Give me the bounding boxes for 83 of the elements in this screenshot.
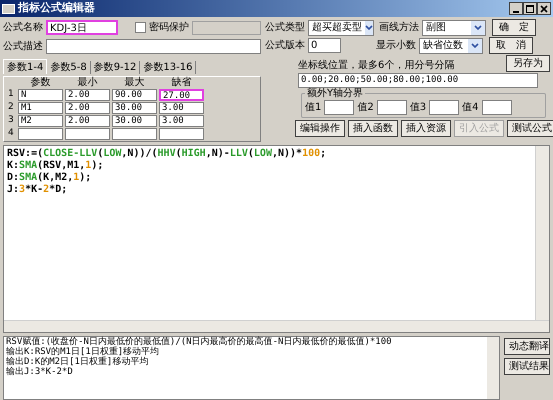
button[interactable]: 测试结果	[504, 358, 550, 375]
code-editor[interactable]: RSV:=(CLOSE-LLV(LOW,N))/(HHV(HIGH,N)-LLV(LOW,N))*100; K:SMA(RSV,M1,1); D:SMA(K,M2,1); J:3*K-2*D;	[3, 145, 550, 333]
description-field[interactable]	[46, 39, 261, 54]
axis-field[interactable]: 0.00;20.00;50.00;80.00;100.00	[298, 73, 538, 88]
field-label: 显示小数	[376, 38, 416, 53]
close-button[interactable]	[537, 2, 551, 15]
maximize-button[interactable]	[523, 2, 537, 15]
password-field[interactable]	[192, 20, 261, 34]
input-field[interactable]: N	[18, 89, 63, 101]
method-dropdown[interactable]: 副图	[422, 20, 486, 36]
code-line: J:3*K-2*D;	[7, 184, 68, 196]
field-label: 值2	[357, 101, 374, 115]
input-field[interactable]	[159, 128, 204, 140]
input-field[interactable]: 30.00	[112, 115, 157, 127]
name-field[interactable]: KDJ-3日	[46, 20, 118, 35]
input-field[interactable]	[324, 100, 354, 115]
input-field[interactable]	[429, 100, 460, 115]
input-field[interactable]: 27.00	[159, 89, 204, 101]
code-line: RSV:=(CLOSE-LLV(LOW,N))/(HHV(HIGH,N)-LLV(LOW,N))*100;	[7, 148, 326, 160]
output-line: 输出K:RSV的M1日[1日权重]移动平均	[6, 347, 160, 357]
window-title: 指标公式编辑器	[18, 0, 96, 16]
field-label: 值3	[410, 101, 426, 115]
button[interactable]: 插入资源	[401, 120, 451, 137]
output-line: RSV赋值:(收盘价-N日内最低价的最低值)/(N日内最高价的最高值-N日内最低价的最低值)*100	[6, 337, 393, 347]
input-field[interactable]: 2.00	[65, 115, 110, 127]
field-label: 公式描述	[3, 40, 43, 54]
field-label: 值1	[305, 101, 322, 115]
group-title: 额外Y轴分界	[305, 89, 366, 99]
decimals-dropdown[interactable]: 缺省位数	[419, 38, 483, 54]
tab[interactable]: 参数9-12	[90, 61, 140, 74]
tab[interactable]: 参数13-16	[140, 61, 196, 74]
button[interactable]: 动态翻译	[504, 338, 550, 355]
button[interactable]: 插入函数	[348, 120, 398, 137]
button[interactable]: 确 定	[492, 19, 536, 36]
button[interactable]: 取 消	[489, 37, 533, 54]
field-label: 值4	[462, 101, 478, 115]
button[interactable]: 另存为	[506, 55, 550, 72]
column-header: 缺省	[170, 78, 192, 88]
column-header: 参数	[30, 78, 52, 88]
input-field[interactable]	[482, 100, 512, 115]
input-field[interactable]: M1	[18, 102, 63, 114]
field-label: 公式名称	[3, 20, 43, 35]
row-number: 4	[8, 127, 15, 140]
input-field[interactable]: 90.00	[112, 89, 157, 101]
field-label: 坐标线位置，最多6个，用分号分隔	[298, 58, 456, 73]
output-line: 输出J:3*K-2*D	[6, 367, 74, 377]
input-field[interactable]	[18, 128, 63, 140]
row-number: 3	[8, 114, 15, 128]
horizontal-scrollbar[interactable]	[4, 320, 549, 332]
minimize-icon	[513, 10, 519, 12]
input-field[interactable]	[65, 128, 110, 140]
tab[interactable]: 参数1-4	[3, 59, 48, 74]
maximize-icon	[526, 4, 534, 12]
vertical-scrollbar[interactable]	[487, 337, 499, 399]
close-icon	[540, 4, 548, 12]
input-field[interactable]: 30.00	[112, 102, 157, 114]
checkbox[interactable]	[135, 22, 146, 33]
column-header: 最小	[76, 78, 98, 88]
row-number: 2	[8, 101, 15, 114]
field-label: 公式类型	[265, 20, 305, 35]
code-line: K:SMA(RSV,M1,1);	[7, 160, 104, 172]
input-field[interactable]: 3.00	[159, 115, 204, 127]
code-line: D:SMA(K,M2,1);	[7, 172, 92, 184]
button[interactable]: 编辑操作	[295, 120, 345, 137]
input-field[interactable]: 3.00	[159, 102, 204, 114]
column-header: 最大	[124, 78, 146, 88]
input-field[interactable]: M2	[18, 115, 63, 127]
checkbox-label: 密码保护	[149, 20, 189, 35]
input-field[interactable]	[376, 100, 407, 115]
tab[interactable]: 参数5-8	[47, 61, 91, 74]
vertical-scrollbar[interactable]	[535, 146, 549, 320]
version-field[interactable]: 0	[308, 38, 341, 53]
button[interactable]: 测试公式	[507, 120, 553, 137]
window-icon	[2, 4, 15, 14]
input-field[interactable]: 2.00	[65, 89, 110, 101]
row-number: 1	[8, 88, 15, 102]
field-label: 画线方法	[379, 20, 419, 35]
output-line: 输出D:K的M2日[1日权重]移动平均	[6, 357, 150, 367]
input-field[interactable]	[112, 128, 157, 140]
input-field[interactable]: 2.00	[65, 102, 110, 114]
type-dropdown[interactable]: 超买超卖型	[308, 20, 374, 36]
field-label: 公式版本	[265, 38, 305, 53]
minimize-button[interactable]	[509, 2, 523, 15]
